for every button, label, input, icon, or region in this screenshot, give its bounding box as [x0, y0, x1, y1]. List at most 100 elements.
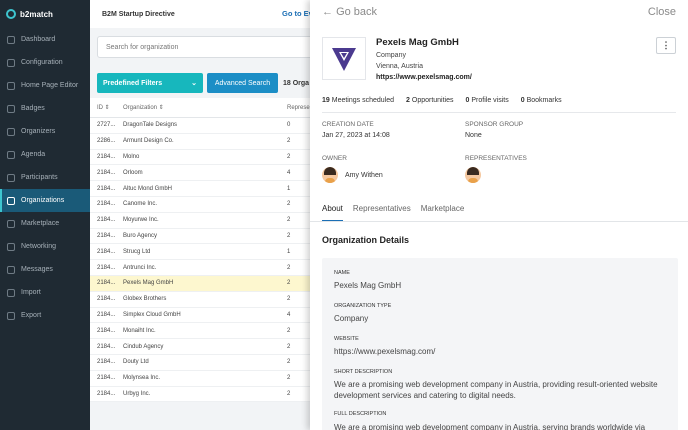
cell-id: 2184... — [97, 232, 116, 239]
detail-full-description-label: Full Description — [334, 411, 387, 417]
advanced-search-button[interactable]: Advanced Search — [207, 73, 278, 93]
detail-website-value: https://www.pexelsmag.com/ — [334, 347, 436, 356]
advanced-search-label: Advanced Search — [214, 79, 271, 87]
column-id[interactable]: ID ⇕ — [90, 104, 123, 111]
sidebar-item-label: Organizations — [21, 197, 65, 204]
tab-marketplace[interactable]: Marketplace — [421, 204, 465, 222]
representative-avatar[interactable] — [465, 167, 481, 183]
cell-organization: Urbyg Inc. — [123, 390, 151, 397]
table-row[interactable]: 2184... Canome Inc. 2 — [90, 197, 310, 213]
tab-about[interactable]: About — [322, 204, 343, 222]
networking-icon — [7, 242, 15, 251]
organization-logo — [322, 37, 366, 80]
tab-representatives[interactable]: Representatives — [353, 204, 411, 222]
organization-detail-panel: ← Go back Close Pexels Mag GmbH Company … — [310, 0, 688, 430]
column-organization[interactable]: Organization ⇕ — [123, 104, 287, 111]
sidebar-item-participants[interactable]: Participants — [0, 166, 90, 189]
table-row[interactable]: 2184... Urbyg Inc. 2 — [90, 387, 310, 403]
sidebar-item-organizers[interactable]: Organizers — [0, 120, 90, 143]
cell-representatives: 2 — [287, 375, 291, 382]
cell-organization: Canome Inc. — [123, 201, 158, 208]
detail-short-description-label: Short Description — [334, 369, 393, 375]
sidebar-item-badges[interactable]: Badges — [0, 97, 90, 120]
go-to-event-link[interactable]: Go to Ev — [282, 9, 313, 18]
search-placeholder: Search for organization — [106, 43, 179, 51]
cell-organization: Orloom — [123, 169, 143, 176]
cell-organization: DragonTale Designs — [123, 122, 178, 129]
sidebar-item-export[interactable]: Export — [0, 304, 90, 327]
table-row[interactable]: 2184... Cindub Agency 2 — [90, 339, 310, 355]
cell-id: 2184... — [97, 248, 116, 255]
table-row[interactable]: 2184... Strucg Ltd 1 — [90, 244, 310, 261]
table-row[interactable]: 2184... Simplex Cloud GmbH 4 — [90, 308, 310, 324]
sidebar-item-agenda[interactable]: Agenda — [0, 143, 90, 166]
sidebar-item-label: Participants — [21, 174, 58, 181]
cell-representatives: 1 — [287, 185, 291, 192]
stat-bookmarks: 0 Bookmarks — [520, 97, 562, 104]
cell-id: 2184... — [97, 343, 116, 350]
cell-representatives: 0 — [287, 122, 291, 129]
organizations-table: ID ⇕ Organization ⇕ Represe 2727... Drago… — [90, 98, 310, 403]
sidebar-item-marketplace[interactable]: Marketplace — [0, 212, 90, 235]
table-row[interactable]: 2184... Molynsea Inc. 2 — [90, 371, 310, 387]
sidebar-item-import[interactable]: Import — [0, 281, 90, 304]
cell-organization: Cindub Agency — [123, 343, 164, 350]
tab-divider — [310, 221, 688, 222]
owner-avatar[interactable] — [322, 167, 338, 183]
cell-organization: Buro Agency — [123, 232, 158, 239]
organization-name: Pexels Mag GmbH — [376, 37, 459, 48]
table-row[interactable]: 2727... DragonTale Designs 0 — [90, 118, 310, 134]
app-logo-text: b2match — [20, 9, 53, 19]
cell-id: 2184... — [97, 185, 116, 192]
cell-representatives: 2 — [287, 359, 291, 366]
b2match-logo-icon — [6, 9, 16, 19]
cell-representatives: 2 — [287, 327, 291, 334]
cell-organization: Pexels Mag GmbH — [123, 280, 174, 287]
cell-id: 2184... — [97, 169, 116, 176]
table-row[interactable]: 2184... Orloom 4 — [90, 165, 310, 182]
cell-id: 2184... — [97, 264, 116, 271]
table-row[interactable]: 2184... Globex Brothers 2 — [90, 292, 310, 308]
table-row[interactable]: 2184... Antrunci Inc. 2 — [90, 260, 310, 276]
cell-organization: Altuc Mond GmbH — [123, 185, 173, 192]
close-button[interactable]: Close — [648, 6, 676, 18]
sidebar-item-networking[interactable]: Networking — [0, 235, 90, 258]
more-options-button[interactable]: ⋮ — [656, 37, 676, 54]
cell-id: 2286... — [97, 138, 116, 145]
organizers-icon — [7, 127, 15, 136]
owner-name: Amy Withen — [345, 172, 383, 179]
organization-search-input[interactable]: Search for organization — [97, 36, 322, 58]
sidebar-item-label: Configuration — [21, 59, 63, 66]
configuration-icon — [7, 58, 15, 67]
pexels-mag-logo-icon — [332, 47, 356, 71]
sidebar-item-organizations[interactable]: Organizations — [0, 189, 90, 212]
table-row[interactable]: 2184... Molno 2 — [90, 150, 310, 166]
table-row[interactable]: 2184... Douty Ltd 2 — [90, 355, 310, 371]
table-row[interactable]: 2184... Moyurwe Inc. 2 — [90, 213, 310, 229]
arrow-left-icon: ← — [322, 6, 333, 18]
sidebar-item-messages[interactable]: Messages — [0, 258, 90, 281]
table-row[interactable]: 2184... Pexels Mag GmbH 2 — [90, 275, 310, 292]
cell-id: 2184... — [97, 359, 116, 366]
table-row[interactable]: 2184... Monaiht Inc. 2 — [90, 323, 310, 340]
table-row[interactable]: 2184... Buro Agency 2 — [90, 229, 310, 245]
import-icon — [7, 288, 15, 297]
organization-type: Company — [376, 52, 406, 59]
sidebar-item-configuration[interactable]: Configuration — [0, 51, 90, 74]
cell-id: 2184... — [97, 153, 116, 160]
go-back-button[interactable]: ← Go back — [322, 6, 377, 18]
table-row[interactable]: 2184... Altuc Mond GmbH 1 — [90, 181, 310, 197]
column-representatives[interactable]: Represe — [287, 105, 310, 111]
sponsor-group-value: None — [465, 132, 482, 139]
organization-website-link[interactable]: https://www.pexelsmag.com/ — [376, 74, 472, 81]
messages-icon — [7, 265, 15, 274]
organizations-icon — [7, 196, 15, 205]
detail-website-label: Website — [334, 336, 359, 342]
sidebar-item-home-page-editor[interactable]: Home Page Editor — [0, 74, 90, 97]
sidebar-item-dashboard[interactable]: Dashboard — [0, 28, 90, 51]
cell-organization: Molynsea Inc. — [123, 375, 161, 382]
app-logo[interactable]: b2match — [0, 0, 90, 28]
sort-icon: ⇕ — [104, 105, 110, 111]
table-row[interactable]: 2286... Armunt Design Co. 2 — [90, 134, 310, 150]
predefined-filters-button[interactable]: Predefined Filters ⌄ — [97, 73, 203, 93]
